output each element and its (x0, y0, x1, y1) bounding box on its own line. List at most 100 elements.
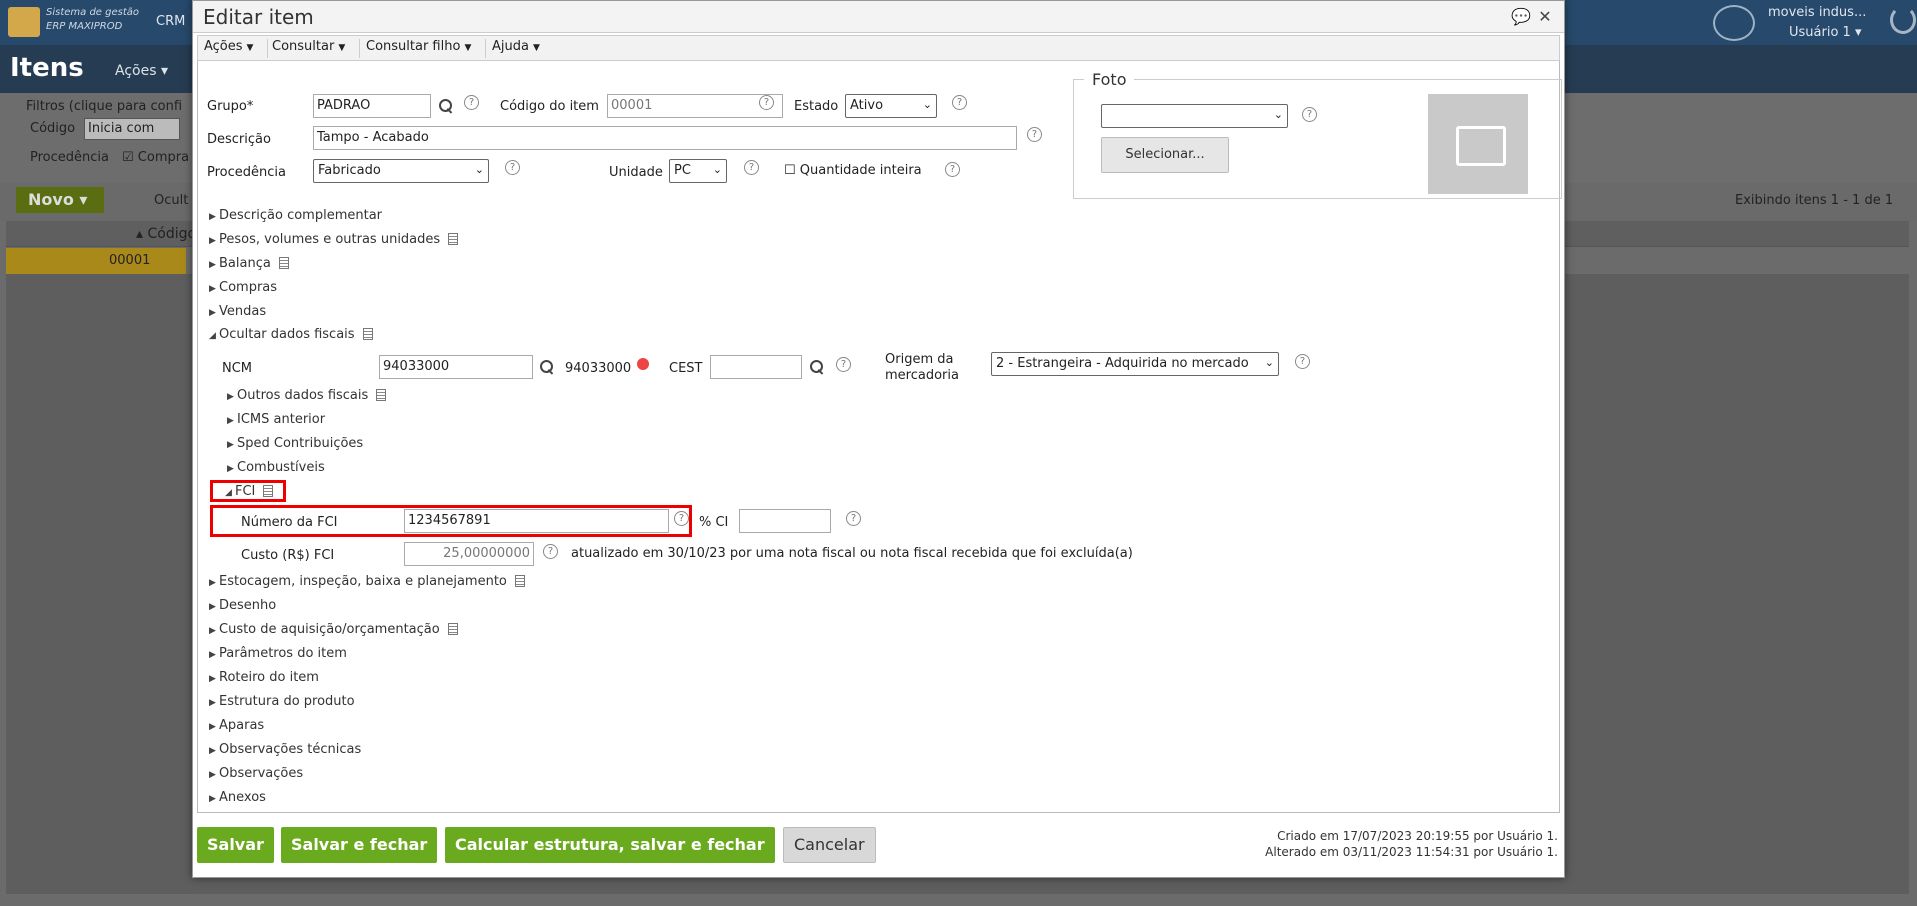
procedencia-select[interactable]: Fabricado ⌄ (313, 159, 489, 183)
help-icon[interactable]: ? (945, 162, 960, 177)
caret-right-icon: ▶ (209, 212, 216, 222)
section-label: Parâmetros do item (219, 646, 347, 661)
codigo-item-input[interactable]: 00001 (607, 94, 783, 118)
novo-button[interactable]: Novo ▾ (16, 187, 104, 213)
help-icon[interactable]: ? (744, 160, 759, 175)
custo-fci-input[interactable]: 25,00000000 (404, 542, 534, 566)
caret-right-icon: ▶ (209, 260, 216, 270)
foto-legend: Foto (1084, 70, 1135, 89)
selecionar-button[interactable]: Selecionar... (1101, 137, 1229, 173)
menu-acoes[interactable]: Ações ▼ (204, 39, 269, 58)
caret-right-icon: ▶ (209, 674, 216, 684)
help-icon[interactable]: ? (543, 544, 558, 559)
cancelar-button[interactable]: Cancelar (783, 827, 876, 863)
power-icon[interactable] (1890, 6, 1916, 34)
foto-select[interactable]: ⌄ (1101, 104, 1288, 128)
salvar-button[interactable]: Salvar (197, 827, 274, 863)
section-estrutura[interactable]: ▶ Estrutura do produto (209, 694, 355, 709)
search-icon[interactable] (540, 360, 554, 374)
ci-input[interactable] (739, 509, 831, 533)
qtd-inteira-checkbox[interactable]: ☐ Quantidade inteira (784, 163, 922, 178)
chevron-down-icon: ⌄ (712, 163, 722, 176)
numero-fci-label: Número da FCI (241, 515, 338, 530)
menu-ajuda-label: Ajuda (492, 39, 529, 54)
ncm-alert-icon[interactable] (637, 358, 649, 370)
section-roteiro[interactable]: ▶ Roteiro do item (209, 670, 319, 685)
crm-link[interactable]: CRM (156, 14, 185, 29)
custo-fci-label: Custo (R$) FCI (241, 548, 335, 563)
filters-label[interactable]: Filtros (clique para confi (26, 99, 182, 114)
section-vendas[interactable]: ▶ Vendas (209, 304, 266, 319)
section-sped-contribuicoes[interactable]: ▶ Sped Contribuições (227, 436, 363, 451)
alterado-info: Alterado em 03/11/2023 11:54:31 por Usuá… (1265, 845, 1558, 859)
calcular-salvar-fechar-button[interactable]: Calcular estrutura, salvar e fechar (445, 827, 775, 863)
section-observacoes-tecnicas[interactable]: ▶ Observações técnicas (209, 742, 361, 757)
help-icon[interactable]: ? (1295, 354, 1310, 369)
section-pesos-volumes[interactable]: ▶ Pesos, volumes e outras unidades (209, 232, 459, 247)
menu-consultar[interactable]: Consultar ▼ (272, 39, 361, 58)
salvar-fechar-button[interactable]: Salvar e fechar (281, 827, 438, 863)
help-icon[interactable]: ? (1027, 127, 1042, 142)
help-icon[interactable]: ? (846, 511, 861, 526)
table-row[interactable]: 00001 (6, 248, 186, 274)
col-codigo[interactable]: ▴ Código (136, 226, 196, 242)
section-parametros[interactable]: ▶ Parâmetros do item (209, 646, 347, 661)
section-label: Observações (219, 766, 304, 781)
section-descricao-complementar[interactable]: ▶ Descrição complementar (209, 208, 382, 223)
caret-right-icon: ▶ (209, 308, 216, 318)
user-menu[interactable]: Usuário 1 ▾ (1789, 25, 1861, 40)
acoes-menu[interactable]: Ações ▾ (115, 63, 168, 79)
chat-icon[interactable] (1713, 5, 1755, 41)
section-desenho[interactable]: ▶ Desenho (209, 598, 276, 613)
section-estocagem[interactable]: ▶ Estocagem, inspeção, baixa e planejamen… (209, 574, 525, 589)
section-ocultar-dados-fiscais[interactable]: ◢ Ocultar dados fiscais (209, 327, 373, 342)
comment-icon[interactable]: 💬 (1511, 7, 1531, 27)
section-observacoes[interactable]: ▶ Observações (209, 766, 303, 781)
help-icon[interactable]: ? (759, 95, 774, 110)
document-icon (448, 233, 459, 245)
compra-checkbox[interactable]: ☑ Compra (122, 150, 189, 165)
help-icon[interactable]: ? (674, 511, 689, 526)
section-custo-aquisicao[interactable]: ▶ Custo de aquisição/orçamentação (209, 622, 458, 637)
origem-select[interactable]: 2 - Estrangeira - Adquirida no mercado ⌄ (991, 352, 1279, 376)
menu-consultar-filho[interactable]: Consultar filho ▼ (366, 39, 487, 58)
codigo-filter-select[interactable]: Inicia com (84, 118, 180, 140)
numero-fci-input[interactable]: 1234567891 (404, 509, 669, 533)
section-combustiveis[interactable]: ▶ Combustíveis (227, 460, 325, 475)
caret-right-icon: ▶ (209, 578, 216, 588)
section-icms-anterior[interactable]: ▶ ICMS anterior (227, 412, 325, 427)
help-icon[interactable]: ? (505, 160, 520, 175)
search-icon[interactable] (439, 99, 453, 113)
descricao-label: Descrição (207, 132, 271, 147)
caret-right-icon: ▶ (209, 284, 216, 294)
section-compras[interactable]: ▶ Compras (209, 280, 277, 295)
section-label: Anexos (219, 790, 266, 805)
help-icon[interactable]: ? (952, 95, 967, 110)
section-label: Vendas (219, 304, 267, 319)
help-icon[interactable]: ? (836, 357, 851, 372)
ncm-input[interactable]: 94033000 (379, 355, 533, 379)
menu-ajuda[interactable]: Ajuda ▼ (492, 39, 554, 58)
grupo-label: Grupo* (207, 99, 254, 114)
section-balanca[interactable]: ▶ Balança (209, 256, 289, 271)
help-icon[interactable]: ? (1302, 107, 1317, 122)
ocult-button[interactable]: Ocult (154, 193, 188, 208)
descricao-input[interactable]: Tampo - Acabado (313, 126, 1017, 150)
caret-right-icon: ▶ (209, 650, 216, 660)
close-icon[interactable]: ✕ (1535, 7, 1555, 27)
estado-select[interactable]: Ativo ⌄ (845, 94, 937, 118)
section-fci[interactable]: ◢ FCI (225, 484, 274, 499)
search-icon[interactable] (810, 360, 824, 374)
grupo-input[interactable]: PADRAO (313, 94, 431, 118)
page-title: Itens (10, 53, 84, 83)
section-outros-dados-fiscais[interactable]: ▶ Outros dados fiscais (227, 388, 387, 403)
compra-label: Compra (137, 150, 190, 165)
caret-right-icon: ▶ (209, 722, 216, 732)
unidade-select[interactable]: PC ⌄ (669, 159, 727, 183)
section-aparas[interactable]: ▶ Aparas (209, 718, 264, 733)
cest-input[interactable] (710, 355, 802, 379)
section-label: Estrutura do produto (219, 694, 355, 709)
section-anexos[interactable]: ▶ Anexos (209, 790, 266, 805)
criado-info: Criado em 17/07/2023 20:19:55 por Usuári… (1277, 829, 1558, 843)
help-icon[interactable]: ? (464, 95, 479, 110)
